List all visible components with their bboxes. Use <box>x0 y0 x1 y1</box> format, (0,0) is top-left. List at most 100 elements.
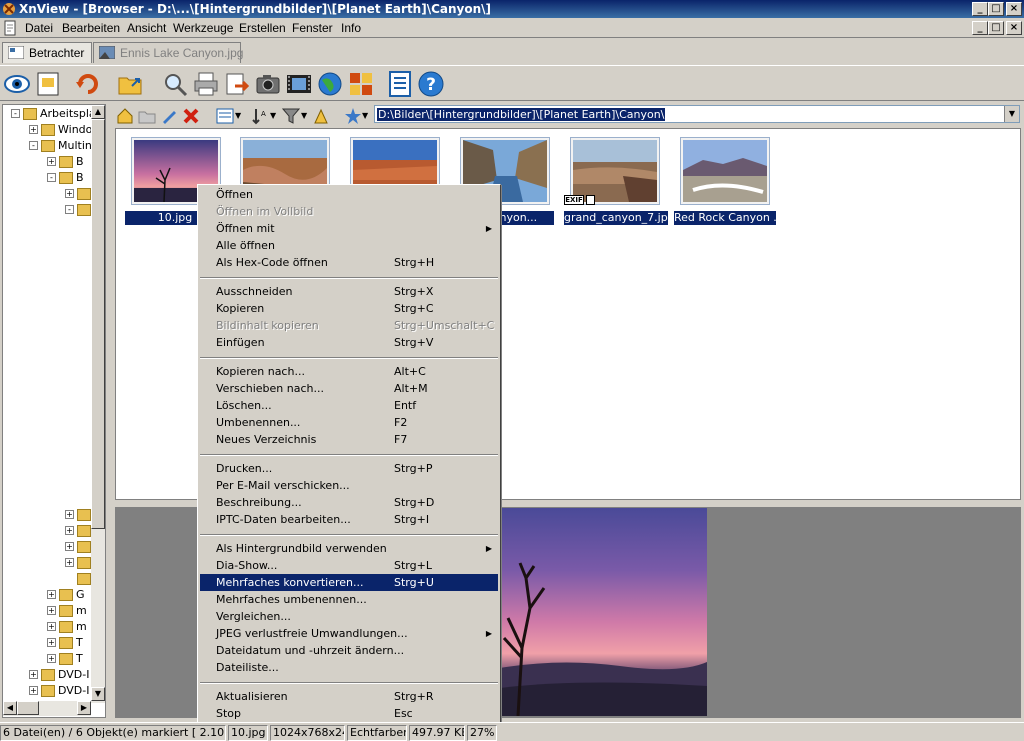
mdi-close-button[interactable]: × <box>1006 21 1022 35</box>
help-icon[interactable]: ? <box>417 70 445 98</box>
folder-up-icon[interactable] <box>138 107 156 125</box>
expand-icon[interactable]: + <box>47 590 56 599</box>
grid-icon[interactable] <box>347 70 375 98</box>
context-menu-item[interactable]: Beschreibung... Strg+D <box>200 494 498 511</box>
search-icon[interactable] <box>161 70 189 98</box>
scroll-down-button[interactable]: ▼ <box>91 687 105 701</box>
context-menu-item[interactable]: Einfügen Strg+V <box>200 334 498 351</box>
context-menu-item[interactable]: Drucken... Strg+P <box>200 460 498 477</box>
context-menu-item[interactable]: Neues Verzeichnis F7 <box>200 431 498 448</box>
context-menu-item[interactable]: Umbenennen... F2 <box>200 414 498 431</box>
collapse-icon[interactable]: - <box>11 109 20 118</box>
context-menu-item[interactable]: Aktualisieren Strg+R <box>200 688 498 705</box>
tree-vertical-scrollbar[interactable]: ▲ ▼ <box>91 105 105 703</box>
expand-icon[interactable]: + <box>65 542 74 551</box>
context-menu-item[interactable]: Kopieren Strg+C <box>200 300 498 317</box>
maximize-button[interactable]: □ <box>988 2 1004 16</box>
tab-ennis-lake[interactable]: Ennis Lake Canyon.jpg <box>93 42 243 63</box>
expand-icon[interactable]: + <box>29 686 38 695</box>
tree-horizontal-scrollbar[interactable]: ◀ ▶ <box>3 701 91 716</box>
close-button[interactable]: × <box>1006 2 1022 16</box>
filter-icon[interactable] <box>281 107 301 125</box>
favorites-dropdown-icon[interactable]: ▼ <box>362 107 370 125</box>
refresh-icon[interactable] <box>74 70 102 98</box>
hscroll-thumb[interactable] <box>17 701 39 715</box>
menu-item-label: Kopieren nach... <box>216 365 305 378</box>
filter-dropdown-icon[interactable]: ▼ <box>301 107 309 125</box>
scroll-right-button[interactable]: ▶ <box>77 701 91 715</box>
collapse-icon[interactable]: - <box>47 173 56 182</box>
scroll-left-button[interactable]: ◀ <box>3 701 17 715</box>
context-menu-item[interactable]: Ausschneiden Strg+X <box>200 283 498 300</box>
folder-icon <box>41 669 55 681</box>
context-menu-item[interactable]: Verschieben nach... Alt+M <box>200 380 498 397</box>
expand-icon[interactable]: + <box>65 526 74 535</box>
globe-icon[interactable] <box>316 70 344 98</box>
scroll-thumb[interactable] <box>91 119 105 529</box>
context-menu-item[interactable]: Alle öffnen <box>200 237 498 254</box>
svg-text:?: ? <box>426 75 436 95</box>
eye-icon[interactable] <box>3 70 31 98</box>
mdi-minimize-button[interactable]: _ <box>972 21 988 35</box>
context-menu-item[interactable]: Dateidatum und -uhrzeit ändern... <box>200 642 498 659</box>
context-menu-item[interactable]: Mehrfaches umbenennen... <box>200 591 498 608</box>
context-menu-item[interactable]: IPTC-Daten bearbeiten... Strg+I <box>200 511 498 528</box>
sync-icon[interactable] <box>312 107 330 125</box>
expand-icon[interactable]: + <box>29 125 38 134</box>
minimize-button[interactable]: _ <box>972 2 988 16</box>
menu-ansicht[interactable]: Ansicht <box>127 21 166 35</box>
printer-icon[interactable] <box>192 70 220 98</box>
delete-icon[interactable] <box>182 107 200 125</box>
view-mode-icon[interactable] <box>216 107 234 125</box>
sort-icon[interactable]: A <box>251 107 269 125</box>
collapse-icon[interactable]: - <box>65 205 74 214</box>
view-mode-dropdown-icon[interactable]: ▼ <box>235 107 243 125</box>
menu-erstellen[interactable]: Erstellen <box>239 21 286 35</box>
context-menu-item[interactable]: Vergleichen... <box>200 608 498 625</box>
menu-fenster[interactable]: Fenster <box>292 21 333 35</box>
path-dropdown-icon[interactable]: ▼ <box>1004 106 1019 122</box>
context-menu-item[interactable]: Per E-Mail verschicken... <box>200 477 498 494</box>
menu-werkzeuge[interactable]: Werkzeuge <box>173 21 233 35</box>
home-icon[interactable] <box>116 107 134 125</box>
context-menu-item[interactable]: Dateiliste... <box>200 659 498 676</box>
menu-item-label: Stop <box>216 707 242 720</box>
export-icon[interactable] <box>223 70 251 98</box>
filmstrip-icon[interactable] <box>285 70 313 98</box>
expand-icon[interactable]: + <box>47 606 56 615</box>
expand-icon[interactable]: + <box>65 189 74 198</box>
menu-info[interactable]: Info <box>341 21 361 35</box>
expand-icon[interactable]: + <box>47 622 56 631</box>
context-menu-item[interactable]: Kopieren nach... Alt+C <box>200 363 498 380</box>
checklist-icon[interactable] <box>386 70 414 98</box>
expand-icon[interactable]: + <box>29 670 38 679</box>
context-menu-item[interactable]: Dia-Show... Strg+L <box>200 557 498 574</box>
context-menu-item[interactable]: JPEG verlustfreie Umwandlungen... ▶ <box>200 625 498 642</box>
context-menu-item[interactable]: Als Hex-Code öffnen Strg+H <box>200 254 498 271</box>
document-icon[interactable] <box>34 70 62 98</box>
pencil-icon[interactable] <box>160 107 178 125</box>
sort-dropdown-icon[interactable]: ▼ <box>270 107 278 125</box>
expand-icon[interactable]: + <box>47 654 56 663</box>
favorites-icon[interactable] <box>344 107 362 125</box>
context-menu-item[interactable]: Mehrfaches konvertieren... Strg+U <box>200 574 498 591</box>
context-menu-item[interactable]: Öffnen <box>200 186 498 203</box>
context-menu-item[interactable]: Löschen... Entf <box>200 397 498 414</box>
expand-icon[interactable]: + <box>47 157 56 166</box>
tab-betrachter[interactable]: Betrachter <box>2 42 92 63</box>
expand-icon[interactable]: + <box>65 558 74 567</box>
folder-open-icon[interactable] <box>117 70 145 98</box>
context-menu-item[interactable]: Stop Esc <box>200 705 498 722</box>
mdi-restore-button[interactable]: □ <box>988 21 1004 35</box>
expand-icon[interactable]: + <box>47 638 56 647</box>
camera-icon[interactable] <box>254 70 282 98</box>
context-menu-item[interactable]: Als Hintergrundbild verwenden ▶ <box>200 540 498 557</box>
menu-datei[interactable]: Datei <box>25 21 53 35</box>
scroll-up-button[interactable]: ▲ <box>91 105 105 119</box>
expand-icon[interactable]: + <box>65 510 74 519</box>
collapse-icon[interactable]: - <box>29 141 38 150</box>
menu-bearbeiten[interactable]: Bearbeiten <box>62 21 120 35</box>
thumbnail[interactable] <box>680 137 770 205</box>
context-menu-item[interactable]: Öffnen mit ▶ <box>200 220 498 237</box>
path-input[interactable]: D:\Bilder\[Hintergrundbilder]\[Planet Ea… <box>374 105 1020 123</box>
